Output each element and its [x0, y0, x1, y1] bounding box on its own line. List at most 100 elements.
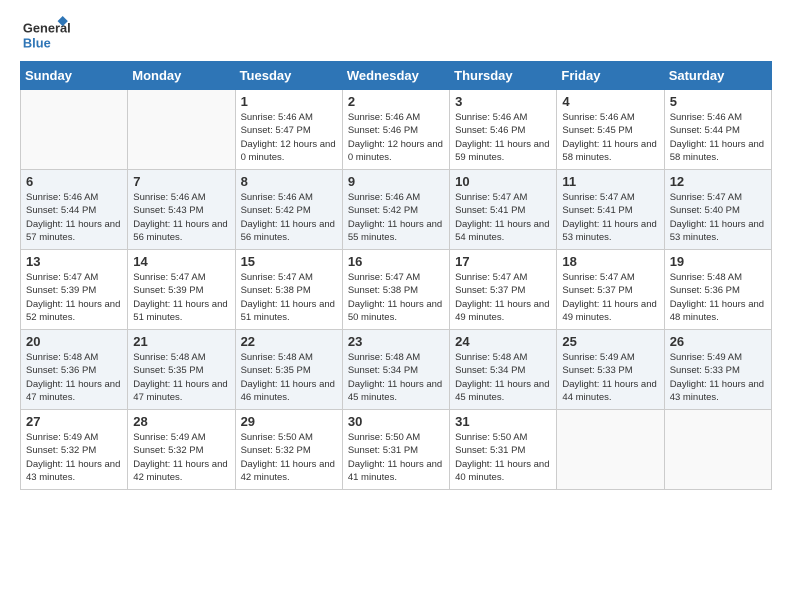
- day-info: Sunrise: 5:48 AMSunset: 5:34 PMDaylight:…: [348, 351, 444, 404]
- day-info: Sunrise: 5:48 AMSunset: 5:34 PMDaylight:…: [455, 351, 551, 404]
- day-number: 6: [26, 174, 122, 189]
- day-info: Sunrise: 5:46 AMSunset: 5:44 PMDaylight:…: [26, 191, 122, 244]
- calendar-cell: 11 Sunrise: 5:47 AMSunset: 5:41 PMDayligh…: [557, 170, 664, 250]
- calendar-cell: [21, 90, 128, 170]
- day-number: 15: [241, 254, 337, 269]
- day-number: 21: [133, 334, 229, 349]
- day-number: 9: [348, 174, 444, 189]
- calendar-cell: 30 Sunrise: 5:50 AMSunset: 5:31 PMDayligh…: [342, 410, 449, 490]
- calendar-cell: 12Sunrise: 5:47 AMSunset: 5:40 PMDayligh…: [664, 170, 771, 250]
- calendar-week-row: 27 Sunrise: 5:49 AMSunset: 5:32 PMDayligh…: [21, 410, 772, 490]
- day-number: 17: [455, 254, 551, 269]
- header-wednesday: Wednesday: [342, 62, 449, 90]
- day-info: Sunrise: 5:47 AMSunset: 5:37 PMDaylight:…: [562, 271, 658, 324]
- calendar-cell: 25 Sunrise: 5:49 AMSunset: 5:33 PMDayligh…: [557, 330, 664, 410]
- calendar-cell: 14 Sunrise: 5:47 AMSunset: 5:39 PMDayligh…: [128, 250, 235, 330]
- day-number: 30: [348, 414, 444, 429]
- calendar-cell: [664, 410, 771, 490]
- day-number: 28: [133, 414, 229, 429]
- day-info: Sunrise: 5:46 AMSunset: 5:46 PMDaylight:…: [348, 111, 444, 164]
- calendar-cell: 15 Sunrise: 5:47 AMSunset: 5:38 PMDayligh…: [235, 250, 342, 330]
- calendar-cell: 8Sunrise: 5:46 AMSunset: 5:42 PMDaylight…: [235, 170, 342, 250]
- calendar-cell: 5 Sunrise: 5:46 AMSunset: 5:44 PMDaylight…: [664, 90, 771, 170]
- day-info: Sunrise: 5:47 AMSunset: 5:38 PMDaylight:…: [348, 271, 444, 324]
- day-info: Sunrise: 5:47 AMSunset: 5:38 PMDaylight:…: [241, 271, 337, 324]
- day-number: 16: [348, 254, 444, 269]
- day-number: 5: [670, 94, 766, 109]
- day-number: 14: [133, 254, 229, 269]
- calendar-week-row: 1Sunrise: 5:46 AMSunset: 5:47 PMDaylight…: [21, 90, 772, 170]
- calendar-week-row: 20 Sunrise: 5:48 AMSunset: 5:36 PMDayligh…: [21, 330, 772, 410]
- calendar-week-row: 13 Sunrise: 5:47 AMSunset: 5:39 PMDayligh…: [21, 250, 772, 330]
- header-monday: Monday: [128, 62, 235, 90]
- day-info: Sunrise: 5:47 AMSunset: 5:39 PMDaylight:…: [133, 271, 229, 324]
- day-number: 24: [455, 334, 551, 349]
- calendar-cell: 13 Sunrise: 5:47 AMSunset: 5:39 PMDayligh…: [21, 250, 128, 330]
- calendar-cell: [557, 410, 664, 490]
- day-info: Sunrise: 5:46 AMSunset: 5:45 PMDaylight:…: [562, 111, 658, 164]
- day-number: 18: [562, 254, 658, 269]
- day-number: 10: [455, 174, 551, 189]
- calendar-cell: 31 Sunrise: 5:50 AMSunset: 5:31 PMDayligh…: [450, 410, 557, 490]
- day-info: Sunrise: 5:50 AMSunset: 5:32 PMDaylight:…: [241, 431, 337, 484]
- svg-text:Blue: Blue: [23, 36, 51, 51]
- day-info: Sunrise: 5:49 AMSunset: 5:33 PMDaylight:…: [670, 351, 766, 404]
- day-info: Sunrise: 5:49 AMSunset: 5:32 PMDaylight:…: [26, 431, 122, 484]
- day-info: Sunrise: 5:48 AMSunset: 5:36 PMDaylight:…: [670, 271, 766, 324]
- calendar-cell: 9 Sunrise: 5:46 AMSunset: 5:42 PMDaylight…: [342, 170, 449, 250]
- day-info: Sunrise: 5:47 AMSunset: 5:39 PMDaylight:…: [26, 271, 122, 324]
- day-info: Sunrise: 5:48 AMSunset: 5:36 PMDaylight:…: [26, 351, 122, 404]
- day-info: Sunrise: 5:46 AMSunset: 5:43 PMDaylight:…: [133, 191, 229, 244]
- calendar-cell: 19 Sunrise: 5:48 AMSunset: 5:36 PMDayligh…: [664, 250, 771, 330]
- day-number: 11: [562, 174, 658, 189]
- logo: General Blue: [20, 16, 90, 51]
- calendar-cell: 28 Sunrise: 5:49 AMSunset: 5:32 PMDayligh…: [128, 410, 235, 490]
- day-info: Sunrise: 5:46 AMSunset: 5:44 PMDaylight:…: [670, 111, 766, 164]
- day-number: 7: [133, 174, 229, 189]
- calendar-cell: 16 Sunrise: 5:47 AMSunset: 5:38 PMDayligh…: [342, 250, 449, 330]
- day-info: Sunrise: 5:50 AMSunset: 5:31 PMDaylight:…: [455, 431, 551, 484]
- day-info: Sunrise: 5:46 AMSunset: 5:47 PMDaylight:…: [241, 111, 337, 164]
- calendar-cell: 10 Sunrise: 5:47 AMSunset: 5:41 PMDayligh…: [450, 170, 557, 250]
- header-sunday: Sunday: [21, 62, 128, 90]
- day-number: 27: [26, 414, 122, 429]
- logo-icon: General Blue: [20, 16, 90, 51]
- calendar-cell: 27 Sunrise: 5:49 AMSunset: 5:32 PMDayligh…: [21, 410, 128, 490]
- day-number: 29: [241, 414, 337, 429]
- calendar-cell: 3 Sunrise: 5:46 AMSunset: 5:46 PMDaylight…: [450, 90, 557, 170]
- day-number: 20: [26, 334, 122, 349]
- calendar-cell: 23Sunrise: 5:48 AMSunset: 5:34 PMDayligh…: [342, 330, 449, 410]
- day-info: Sunrise: 5:47 AMSunset: 5:37 PMDaylight:…: [455, 271, 551, 324]
- calendar-cell: 4 Sunrise: 5:46 AMSunset: 5:45 PMDaylight…: [557, 90, 664, 170]
- day-info: Sunrise: 5:49 AMSunset: 5:33 PMDaylight:…: [562, 351, 658, 404]
- day-number: 31: [455, 414, 551, 429]
- day-number: 12: [670, 174, 766, 189]
- calendar-page: General Blue Sunday Monday Tuesday Wedne…: [0, 0, 792, 612]
- day-number: 4: [562, 94, 658, 109]
- day-number: 13: [26, 254, 122, 269]
- calendar-cell: [128, 90, 235, 170]
- day-info: Sunrise: 5:47 AMSunset: 5:41 PMDaylight:…: [562, 191, 658, 244]
- calendar-cell: 21 Sunrise: 5:48 AMSunset: 5:35 PMDayligh…: [128, 330, 235, 410]
- day-number: 8: [241, 174, 337, 189]
- calendar-table: Sunday Monday Tuesday Wednesday Thursday…: [20, 61, 772, 490]
- day-info: Sunrise: 5:46 AMSunset: 5:42 PMDaylight:…: [348, 191, 444, 244]
- header-thursday: Thursday: [450, 62, 557, 90]
- calendar-cell: 24 Sunrise: 5:48 AMSunset: 5:34 PMDayligh…: [450, 330, 557, 410]
- day-info: Sunrise: 5:50 AMSunset: 5:31 PMDaylight:…: [348, 431, 444, 484]
- weekday-header-row: Sunday Monday Tuesday Wednesday Thursday…: [21, 62, 772, 90]
- day-info: Sunrise: 5:46 AMSunset: 5:46 PMDaylight:…: [455, 111, 551, 164]
- day-info: Sunrise: 5:49 AMSunset: 5:32 PMDaylight:…: [133, 431, 229, 484]
- calendar-cell: 29 Sunrise: 5:50 AMSunset: 5:32 PMDayligh…: [235, 410, 342, 490]
- day-number: 25: [562, 334, 658, 349]
- calendar-cell: 18 Sunrise: 5:47 AMSunset: 5:37 PMDayligh…: [557, 250, 664, 330]
- calendar-cell: 1Sunrise: 5:46 AMSunset: 5:47 PMDaylight…: [235, 90, 342, 170]
- day-info: Sunrise: 5:48 AMSunset: 5:35 PMDaylight:…: [133, 351, 229, 404]
- calendar-cell: 26Sunrise: 5:49 AMSunset: 5:33 PMDayligh…: [664, 330, 771, 410]
- day-number: 3: [455, 94, 551, 109]
- calendar-week-row: 6 Sunrise: 5:46 AMSunset: 5:44 PMDaylight…: [21, 170, 772, 250]
- day-number: 19: [670, 254, 766, 269]
- calendar-cell: 22Sunrise: 5:48 AMSunset: 5:35 PMDayligh…: [235, 330, 342, 410]
- calendar-cell: 20 Sunrise: 5:48 AMSunset: 5:36 PMDayligh…: [21, 330, 128, 410]
- day-info: Sunrise: 5:47 AMSunset: 5:41 PMDaylight:…: [455, 191, 551, 244]
